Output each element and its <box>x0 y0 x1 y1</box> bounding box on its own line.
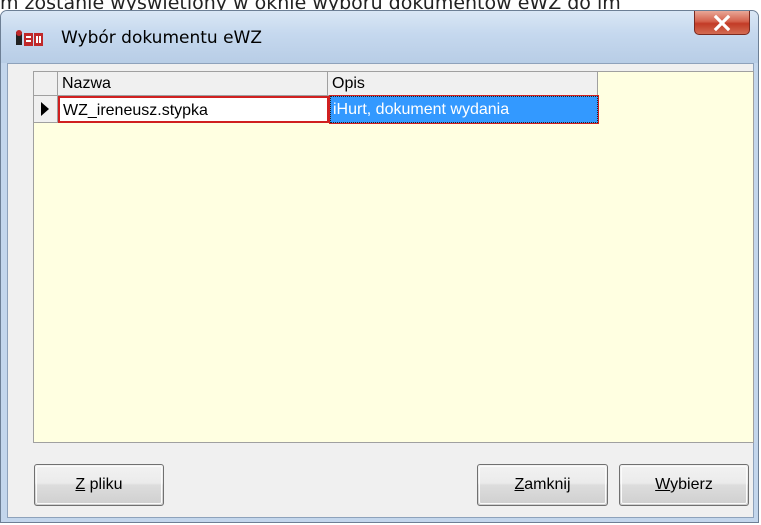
title-bar[interactable]: Wybór dokumentu eWZ <box>1 11 758 63</box>
select-mnemonic: W <box>655 476 671 493</box>
row-pointer-icon <box>41 102 49 116</box>
cell-document-name[interactable]: WZ_ireneusz.stypka <box>58 96 329 123</box>
close-mnemonic: Z <box>514 476 525 493</box>
column-header-nazwa[interactable]: Nazwa <box>58 72 328 96</box>
close-icon <box>713 14 731 32</box>
close-window-button[interactable] <box>694 11 750 35</box>
app-logo-icon <box>16 30 43 46</box>
select-label: ybierz <box>670 476 713 493</box>
grid-corner <box>34 72 58 96</box>
dialog-title: Wybór dokumentu eWZ <box>61 28 262 48</box>
from-file-mnemonic: Z <box>75 476 86 493</box>
from-file-button[interactable]: Z pliku <box>34 464 164 506</box>
dialog-body: Nazwa Opis WZ_ireneusz.stypka iHurt, dok… <box>7 63 754 518</box>
from-file-label: pliku <box>85 476 123 493</box>
grid-header: Nazwa Opis <box>34 72 598 96</box>
close-label: amknij <box>524 476 571 493</box>
documents-grid[interactable]: Nazwa Opis WZ_ireneusz.stypka iHurt, dok… <box>33 71 754 443</box>
select-button[interactable]: Wybierz <box>619 464 749 506</box>
dialog-window: Wybór dokumentu eWZ Nazwa Opis WZ_ireneu… <box>0 10 759 523</box>
column-header-opis[interactable]: Opis <box>328 72 598 96</box>
close-button[interactable]: Zamknij <box>477 464 608 506</box>
cell-document-description[interactable]: iHurt, dokument wydania <box>329 95 599 124</box>
row-indicator[interactable] <box>34 96 58 123</box>
